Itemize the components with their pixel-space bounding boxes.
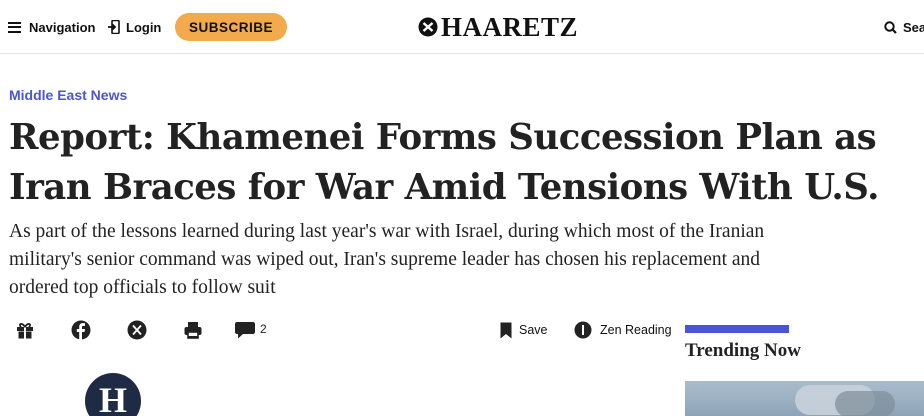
article-headline: Report: Khamenei Forms Succession Plan a… bbox=[9, 117, 880, 208]
trending-thumbnail[interactable] bbox=[685, 381, 924, 416]
subscribe-button[interactable]: SUBSCRIBE bbox=[175, 13, 287, 41]
logo-text: HAARETZ bbox=[441, 11, 579, 42]
bookmark-icon bbox=[500, 322, 512, 338]
zen-reading-button[interactable]: Zen Reading bbox=[574, 319, 672, 341]
comment-count[interactable]: 2 bbox=[260, 322, 267, 336]
top-header: Navigation Login SUBSCRIBE HAARETZ Sea bbox=[0, 0, 924, 54]
article-subheadline: As part of the lessons learned during la… bbox=[9, 221, 765, 298]
avatar-initial: H bbox=[98, 380, 127, 416]
save-button[interactable]: Save bbox=[500, 319, 548, 341]
search-button[interactable]: Sea bbox=[884, 17, 924, 37]
search-label: Sea bbox=[903, 19, 924, 35]
save-label: Save bbox=[519, 323, 548, 337]
hamburger-icon bbox=[8, 21, 21, 33]
login-icon bbox=[108, 20, 120, 34]
navigation-button[interactable]: Navigation bbox=[8, 17, 95, 37]
facebook-icon[interactable] bbox=[70, 319, 92, 341]
trending-accent-bar bbox=[685, 325, 789, 333]
logo-mark-icon bbox=[418, 17, 438, 37]
haaretz-logo[interactable]: HAARETZ bbox=[418, 12, 578, 42]
zen-reading-icon bbox=[574, 321, 592, 339]
author-avatar[interactable]: H bbox=[85, 373, 141, 416]
navigation-label: Navigation bbox=[29, 19, 96, 35]
search-icon bbox=[884, 20, 897, 34]
zen-reading-label: Zen Reading bbox=[600, 323, 672, 337]
thumbnail-smoke bbox=[835, 391, 895, 416]
login-button[interactable]: Login bbox=[108, 17, 161, 37]
trending-title: Trending Now bbox=[685, 340, 801, 361]
share-bar: 2 Save Zen Reading bbox=[0, 314, 680, 344]
gift-icon[interactable] bbox=[14, 319, 36, 341]
x-icon[interactable] bbox=[126, 319, 148, 341]
section-link[interactable]: Middle East News bbox=[9, 87, 127, 103]
login-label: Login bbox=[126, 19, 162, 35]
comment-icon[interactable] bbox=[234, 319, 256, 341]
print-icon[interactable] bbox=[182, 319, 204, 341]
